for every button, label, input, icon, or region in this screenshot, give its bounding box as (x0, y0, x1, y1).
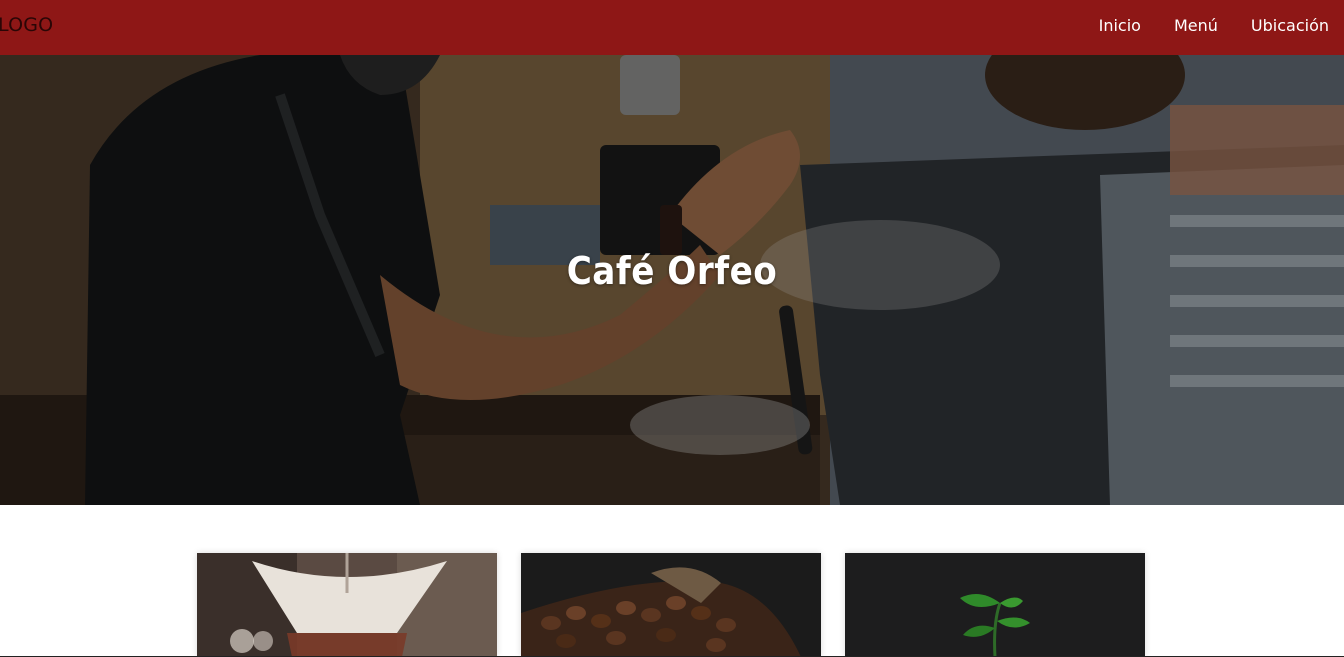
card-coffee-plant[interactable] (845, 553, 1145, 657)
hero-title: Café Orfeo (566, 249, 778, 293)
nav-link-menu[interactable]: Menú (1141, 16, 1218, 35)
nav-link-ubicacion[interactable]: Ubicación (1218, 16, 1329, 35)
coffee-plant-image (845, 553, 1145, 657)
card-pour-over[interactable] (197, 553, 497, 657)
card-coffee-beans[interactable] (521, 553, 821, 657)
site-header: LOGO Inicio Menú Ubicación (0, 0, 1344, 55)
hero-banner: Café Orfeo (0, 55, 1344, 505)
site-logo[interactable]: LOGO (0, 14, 53, 36)
main-nav: Inicio Menú Ubicación (1066, 16, 1329, 35)
pour-over-coffee-image (197, 553, 497, 657)
nav-link-inicio[interactable]: Inicio (1066, 16, 1141, 35)
coffee-beans-image (521, 553, 821, 657)
